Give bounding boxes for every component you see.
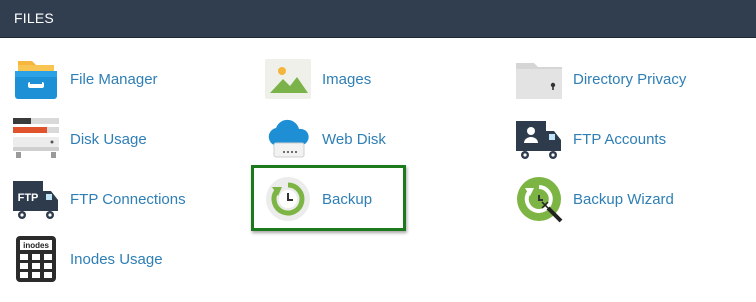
disk-usage-link[interactable]: Disk Usage [12, 115, 242, 171]
inodes-usage-icon: inodes [12, 235, 60, 283]
backup-wizard-label: Backup Wizard [573, 191, 674, 208]
ftp-accounts-label: FTP Accounts [573, 131, 667, 148]
disk-usage-label: Disk Usage [70, 131, 147, 148]
ftp-connections-label: FTP Connections [70, 191, 186, 208]
backup-label: Backup [322, 191, 373, 208]
web-disk-link[interactable]: Web Disk [264, 115, 494, 171]
images-link[interactable]: Images [264, 55, 494, 111]
backup-icon [264, 175, 312, 223]
backup-link[interactable]: Backup [264, 175, 494, 231]
images-label: Images [322, 71, 372, 88]
disk-usage-icon [12, 115, 60, 163]
directory-privacy-label: Directory Privacy [573, 71, 687, 88]
panel-title: FILES [14, 10, 54, 26]
ftp-accounts-icon [515, 115, 563, 163]
files-panel: FILES File Manager Images Directory Priv… [0, 0, 756, 302]
panel-header: FILES [0, 0, 756, 38]
web-disk-icon [264, 115, 312, 163]
inodes-usage-label: Inodes Usage [70, 251, 163, 268]
file-manager-link[interactable]: File Manager [12, 55, 242, 111]
inodes-usage-link[interactable]: inodes Inodes Usage [12, 235, 242, 291]
inodes-icon-text: inodes [23, 241, 49, 250]
backup-wizard-link[interactable]: Backup Wizard [515, 175, 745, 231]
directory-privacy-icon [515, 55, 563, 103]
ftp-connections-icon: FTP [12, 175, 60, 223]
ftp-connections-link[interactable]: FTP FTP Connections [12, 175, 242, 231]
file-manager-label: File Manager [70, 71, 158, 88]
directory-privacy-link[interactable]: Directory Privacy [515, 55, 745, 111]
images-icon [264, 55, 312, 103]
ftp-accounts-link[interactable]: FTP Accounts [515, 115, 745, 171]
web-disk-label: Web Disk [322, 131, 386, 148]
backup-wizard-icon [515, 175, 563, 223]
ftp-icon-text: FTP [18, 192, 39, 204]
file-manager-icon [12, 55, 60, 103]
